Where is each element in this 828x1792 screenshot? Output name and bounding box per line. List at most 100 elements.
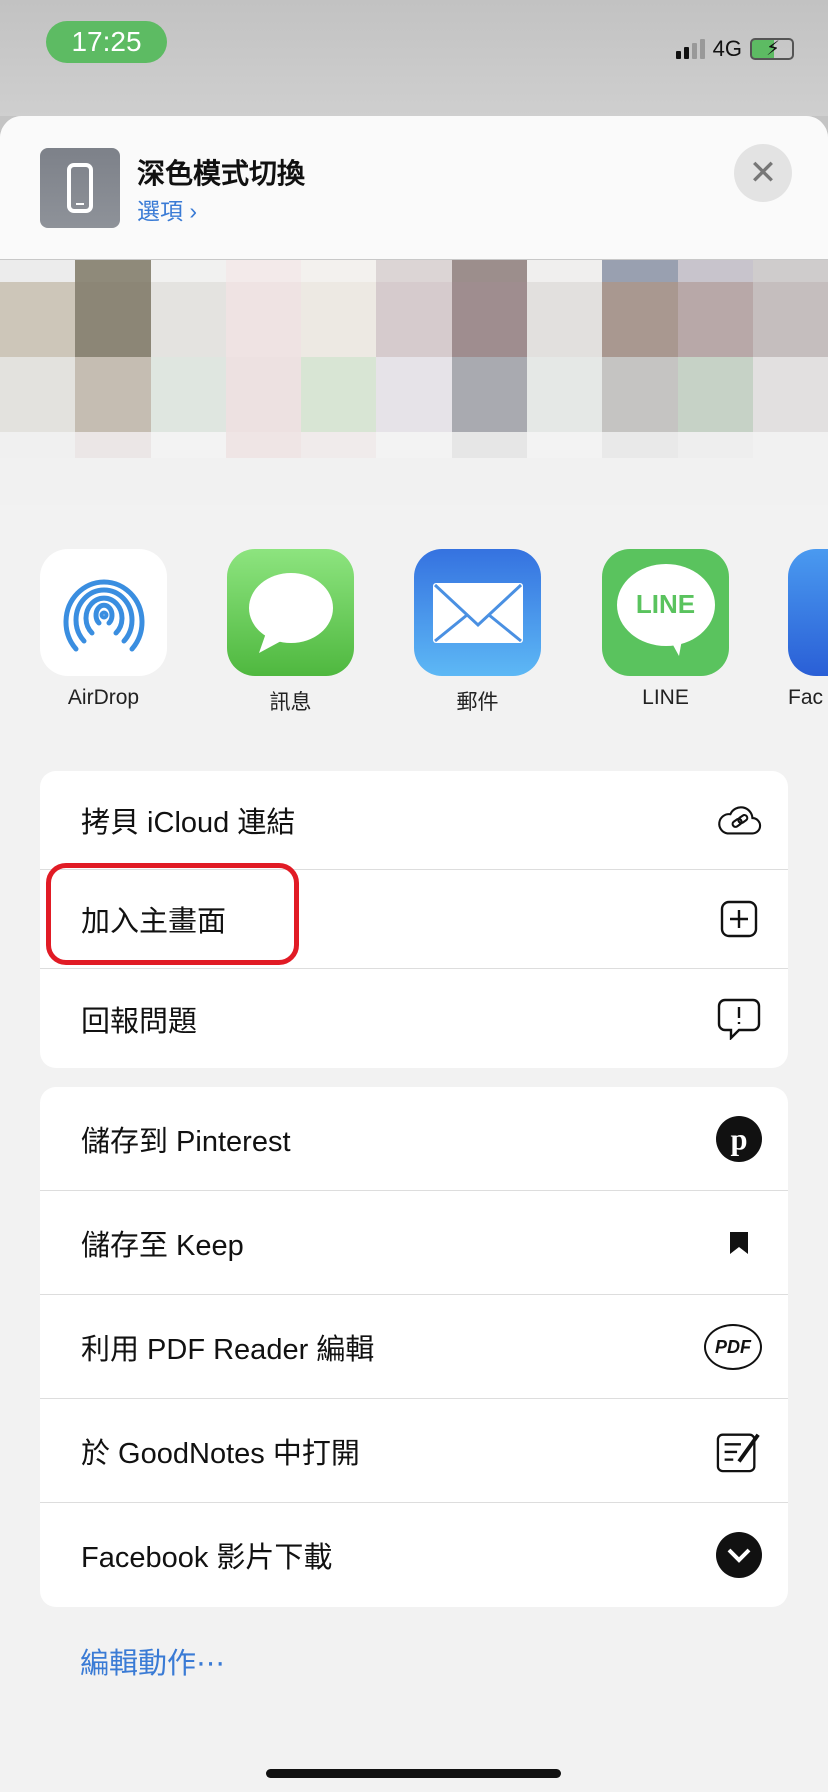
share-target-label: Fac <box>788 686 824 709</box>
preview-pixel <box>527 282 603 357</box>
preview-pixel <box>376 282 452 357</box>
preview-pixel <box>752 458 828 505</box>
mail-icon <box>414 549 541 676</box>
preview-pixel <box>225 357 302 432</box>
airdrop-icon <box>40 549 167 676</box>
preview-pixel <box>150 458 226 505</box>
preview-pixel <box>301 260 377 282</box>
preview-pixel <box>301 282 377 357</box>
share-target-airdrop[interactable]: AirDrop <box>40 549 167 710</box>
preview-pixel <box>0 282 76 357</box>
share-targets-row[interactable]: AirDrop 訊息 郵件 LINE LINE Fac <box>0 549 828 714</box>
preview-pixel <box>677 260 753 282</box>
action-label: 利用 PDF Reader 編輯 <box>81 1333 375 1366</box>
share-target-label: LINE <box>642 686 689 709</box>
preview-pixel <box>602 260 678 282</box>
options-link[interactable]: 選項 › <box>137 192 197 226</box>
preview-pixel <box>677 357 753 432</box>
preview-pixel <box>677 458 753 505</box>
action-label: 回報問題 <box>81 1005 198 1038</box>
action-label: 拷貝 iCloud 連結 <box>81 807 296 839</box>
preview-pixel <box>150 260 226 282</box>
bookmark-icon <box>716 1220 762 1266</box>
network-label: 4G <box>712 36 742 61</box>
highlight-box <box>46 863 299 965</box>
line-icon: LINE <box>602 549 729 676</box>
preview-pixel <box>75 260 151 282</box>
facebook-icon <box>788 549 828 676</box>
messages-icon <box>227 549 354 676</box>
chevron-down-circle-icon <box>716 1532 762 1578</box>
share-sheet: 深色模式切換 選項 › ✕ AirDrop 訊息 郵件 LINE LINE Fa… <box>0 116 828 1792</box>
action-label: 儲存至 Keep <box>81 1229 244 1262</box>
preview-pixel <box>602 357 678 432</box>
preview-pixel <box>225 432 302 458</box>
action-edit-with-pdf-reader[interactable]: 利用 PDF Reader 編輯 PDF <box>40 1295 788 1399</box>
svg-text:p: p <box>730 1122 747 1156</box>
action-open-in-goodnotes[interactable]: 於 GoodNotes 中打開 <box>40 1399 788 1503</box>
battery-icon: ⚡ <box>750 38 794 60</box>
add-square-icon <box>716 896 762 942</box>
preview-pixel <box>0 260 76 282</box>
preview-pixel <box>75 432 151 458</box>
goodnotes-icon <box>716 1428 762 1474</box>
share-target-label: AirDrop <box>67 686 140 709</box>
report-bubble-icon <box>716 996 762 1042</box>
share-target-line[interactable]: LINE LINE <box>602 549 729 710</box>
pdf-icon: PDF <box>704 1323 762 1370</box>
preview-pixel <box>376 260 452 282</box>
action-report-issue[interactable]: 回報問題 <box>40 969 788 1068</box>
preview-pixel <box>376 432 452 458</box>
preview-pixel <box>752 260 828 282</box>
actions-group-2: 儲存到 Pinterest p 儲存至 Keep 利用 PDF Reader 編… <box>40 1087 788 1607</box>
preview-pixel <box>301 432 377 458</box>
preview-pixel <box>150 282 226 357</box>
shortcut-title: 深色模式切換 <box>137 158 306 189</box>
preview-pixel <box>225 458 302 505</box>
share-target-messages[interactable]: 訊息 <box>227 549 354 716</box>
preview-pixel <box>602 282 678 357</box>
share-header: 深色模式切換 選項 › ✕ <box>0 116 828 260</box>
preview-pixel <box>225 260 302 282</box>
action-label: 儲存到 Pinterest <box>81 1125 291 1158</box>
pinterest-icon: p <box>716 1115 762 1162</box>
signal-icon <box>675 39 705 59</box>
preview-pixel <box>602 458 678 505</box>
action-copy-icloud-link[interactable]: 拷貝 iCloud 連結 <box>40 771 788 870</box>
icloud-link-icon <box>716 797 762 843</box>
share-target-facebook[interactable]: Fac <box>788 549 828 710</box>
preview-pixel <box>0 357 76 432</box>
action-facebook-video-download[interactable]: Facebook 影片下載 <box>40 1503 788 1607</box>
share-target-label: 訊息 <box>269 691 312 714</box>
share-target-mail[interactable]: 郵件 <box>414 549 541 716</box>
preview-pixel <box>0 432 76 458</box>
action-label: Facebook 影片下載 <box>81 1542 333 1574</box>
edit-actions-link[interactable]: 編輯動作⋯ <box>80 1640 225 1682</box>
preview-pixel <box>677 282 753 357</box>
preview-pixel <box>376 357 452 432</box>
preview-pixel <box>0 458 76 505</box>
close-icon: ✕ <box>748 154 778 192</box>
preview-pixel <box>301 458 377 505</box>
preview-pixel <box>75 357 151 432</box>
status-bar: 17:25 4G ⚡ <box>0 0 828 116</box>
preview-pixel <box>527 432 603 458</box>
preview-pixel <box>752 282 828 357</box>
preview-pixel <box>75 458 151 505</box>
preview-pixel <box>451 282 528 357</box>
share-target-label: 郵件 <box>456 691 499 714</box>
home-indicator[interactable] <box>266 1769 561 1778</box>
action-save-to-keep[interactable]: 儲存至 Keep <box>40 1191 788 1295</box>
preview-pixel <box>451 260 528 282</box>
preview-pixel <box>752 432 828 458</box>
preview-pixel <box>451 432 528 458</box>
status-time: 17:25 <box>46 21 167 63</box>
action-save-to-pinterest[interactable]: 儲存到 Pinterest p <box>40 1087 788 1191</box>
preview-pixel <box>602 432 678 458</box>
preview-pixel <box>150 432 226 458</box>
preview-pixel <box>752 357 828 432</box>
blurred-preview <box>0 260 828 505</box>
preview-pixel <box>527 260 603 282</box>
preview-pixel <box>451 458 528 505</box>
close-button[interactable]: ✕ <box>734 144 792 202</box>
